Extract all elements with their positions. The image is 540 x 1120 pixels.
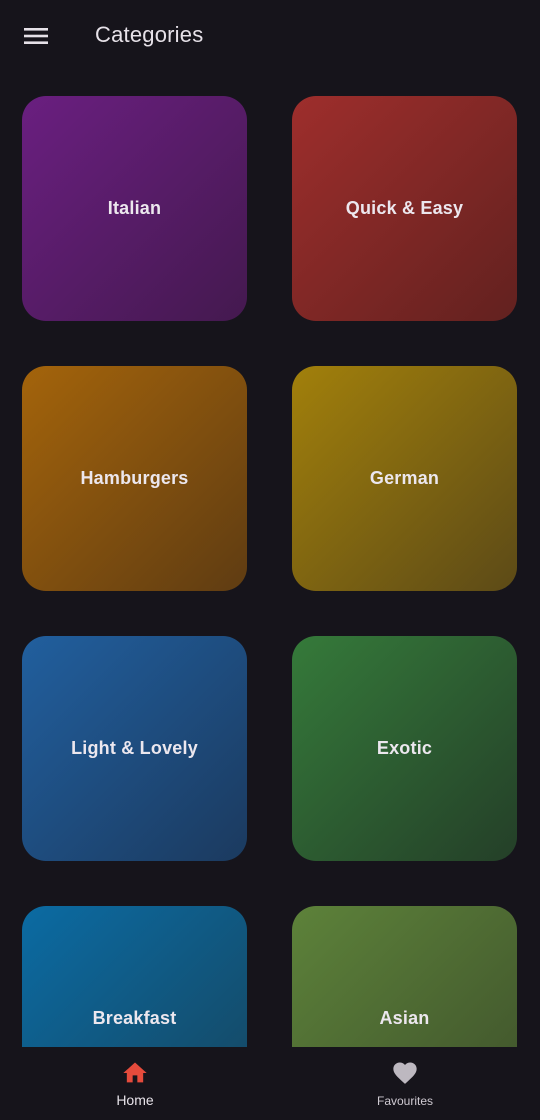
category-label: Exotic	[376, 738, 433, 758]
heart-icon	[391, 1059, 419, 1087]
category-label: Breakfast	[92, 1008, 177, 1028]
app-screen: Categories Italian Quick & Easy Hamburge…	[0, 0, 540, 1120]
category-tile-hamburgers[interactable]: Hamburgers	[22, 366, 247, 591]
nav-label-home: Home	[116, 1092, 154, 1108]
nav-item-favourites[interactable]: Favourites	[270, 1047, 540, 1120]
nav-label-favourites: Favourites	[376, 1094, 434, 1108]
bottom-navigation-bar: Home Favourites	[0, 1047, 540, 1120]
menu-icon[interactable]	[18, 20, 54, 52]
category-label: Quick & Easy	[345, 198, 464, 218]
category-label: Hamburgers	[80, 468, 189, 488]
category-tile-light-lovely[interactable]: Light & Lovely	[22, 636, 247, 861]
category-tile-german[interactable]: German	[292, 366, 517, 591]
category-label: Asian	[379, 1008, 430, 1028]
category-tile-quick-easy[interactable]: Quick & Easy	[292, 96, 517, 321]
page-title: Categories	[95, 22, 204, 47]
app-bar: Categories	[0, 0, 540, 72]
category-label: Light & Lovely	[71, 738, 198, 758]
home-icon	[121, 1059, 149, 1087]
category-tile-exotic[interactable]: Exotic	[292, 636, 517, 861]
category-tile-italian[interactable]: Italian	[22, 96, 247, 321]
category-label: German	[369, 468, 440, 488]
category-label: Italian	[107, 198, 162, 218]
nav-item-home[interactable]: Home	[0, 1047, 270, 1120]
